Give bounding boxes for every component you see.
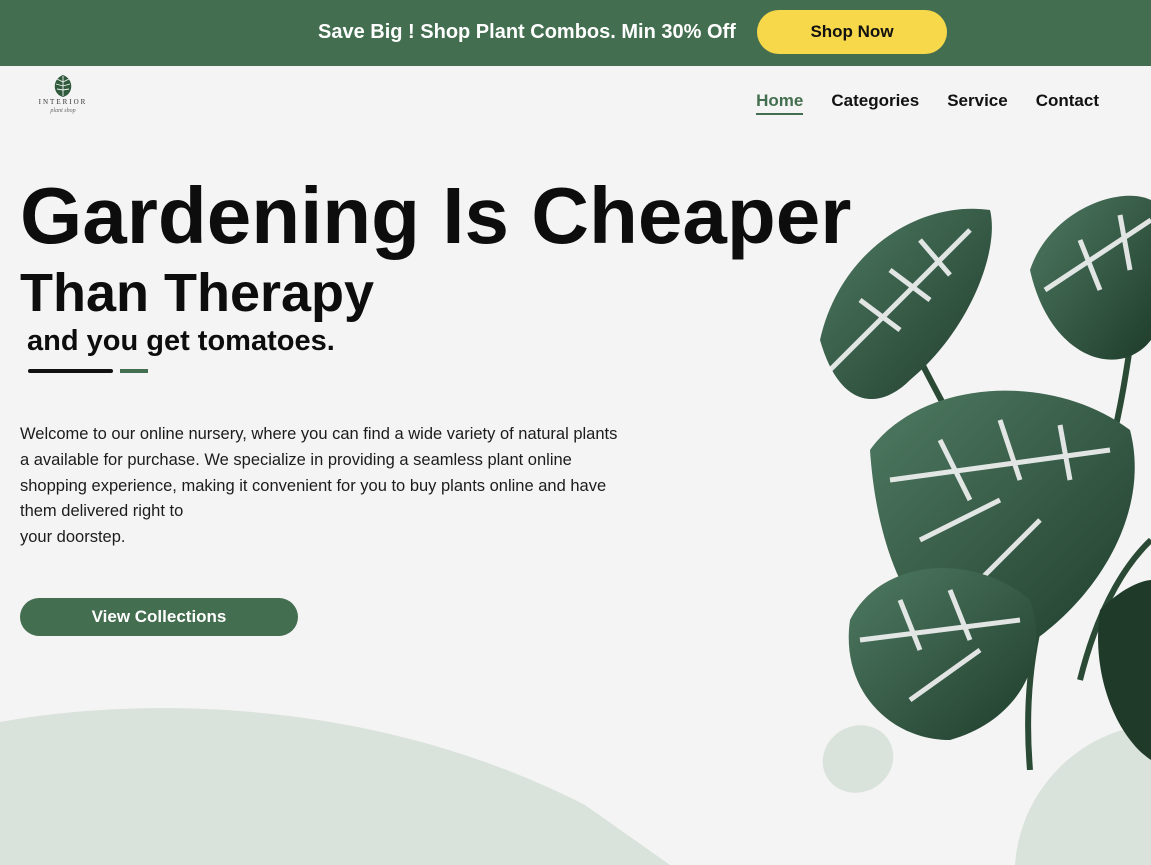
promo-text: Save Big ! Shop Plant Combos. Min 30% Of…: [318, 21, 736, 43]
nav-categories[interactable]: Categories: [831, 91, 919, 115]
nav-contact[interactable]: Contact: [1036, 91, 1099, 115]
monstera-plant-image: [820, 195, 1151, 770]
accent-underline-dark: [28, 369, 113, 373]
logo-tagline: plant shop: [50, 108, 76, 114]
main-nav: Home Categories Service Contact: [756, 91, 1099, 115]
hero-headline: Gardening Is Cheaper: [20, 171, 852, 260]
shop-now-button[interactable]: Shop Now: [757, 10, 947, 54]
view-collections-button[interactable]: View Collections: [20, 598, 298, 636]
hero-subheadline: and you get tomatoes.: [27, 325, 335, 357]
logo-wordmark: INTERIOR: [38, 98, 88, 106]
promo-banner: Save Big ! Shop Plant Combos. Min 30% Of…: [0, 0, 1151, 66]
hero-headline-second-line: Than Therapy: [20, 263, 375, 323]
nav-home[interactable]: Home: [756, 91, 804, 115]
nav-service[interactable]: Service: [947, 91, 1008, 115]
monstera-leaf-icon: [54, 75, 72, 97]
intro-paragraph: Welcome to our online nursery, where you…: [20, 425, 618, 547]
accent-underline-green: [120, 369, 148, 373]
logo[interactable]: INTERIOR plant shop: [30, 74, 96, 124]
